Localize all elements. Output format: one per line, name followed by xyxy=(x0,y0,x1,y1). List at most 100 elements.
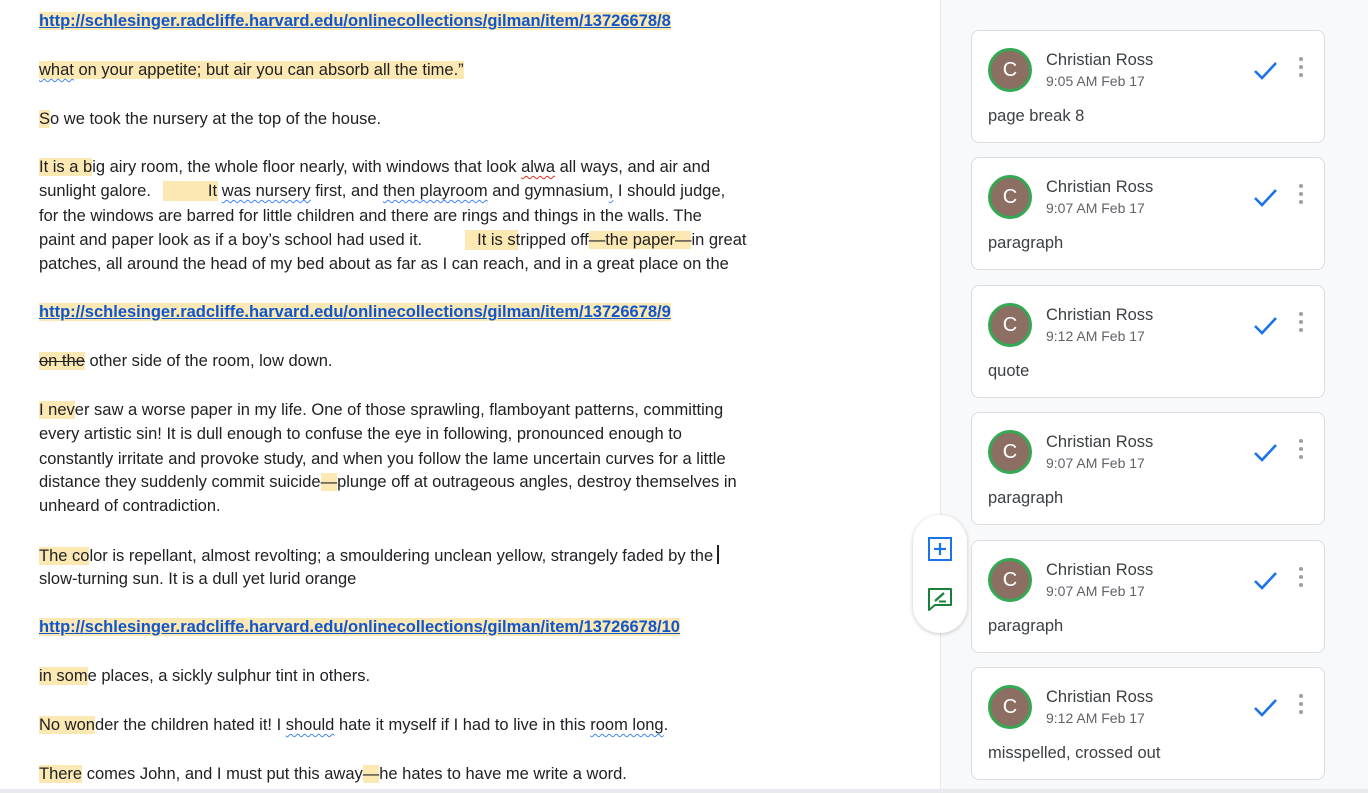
avatar: C xyxy=(988,175,1032,219)
floating-toolbar xyxy=(913,515,967,633)
comment-text: page break 8 xyxy=(988,107,1085,125)
more-vert-icon xyxy=(1299,694,1303,698)
resolve-button[interactable] xyxy=(1250,692,1280,722)
doc-line: No wonder the children hated it! I shoul… xyxy=(39,715,668,735)
resolve-button[interactable] xyxy=(1250,182,1280,212)
resolve-button[interactable] xyxy=(1250,310,1280,340)
avatar: C xyxy=(988,303,1032,347)
more-vert-icon xyxy=(1299,184,1303,188)
text-run: distance they suddenly commit suicide xyxy=(39,473,321,491)
text-run: was nursery xyxy=(221,182,311,200)
resolve-button[interactable] xyxy=(1250,565,1280,595)
text-run: ig airy room, the whole floor nearly, wi… xyxy=(92,158,522,176)
text-run: — xyxy=(362,765,380,783)
doc-line: patches, all around the head of my bed a… xyxy=(39,254,729,274)
comment-author: Christian Ross xyxy=(1046,688,1154,706)
checkmark-icon xyxy=(1254,189,1277,207)
more-vert-icon xyxy=(1299,57,1303,61)
comment-timestamp: 9:12 AM Feb 17 xyxy=(1046,710,1145,726)
avatar: C xyxy=(988,430,1032,474)
avatar: C xyxy=(988,558,1032,602)
page-link[interactable]: http://schlesinger.radcliffe.harvard.edu… xyxy=(39,12,671,30)
text-run: every artistic sin! It is dull enough to… xyxy=(39,425,682,443)
text-run: der the children hated it! I xyxy=(94,716,286,734)
page-link[interactable]: http://schlesinger.radcliffe.harvard.edu… xyxy=(39,303,671,321)
doc-line: sunlight galore. It was nursery first, an… xyxy=(39,181,725,201)
text-run: It xyxy=(207,182,222,200)
more-vert-icon xyxy=(1299,73,1303,77)
comment-card[interactable]: C Christian Ross 9:12 AM Feb 17 misspell… xyxy=(971,667,1325,780)
text-run: o we took the nursery at the top of the … xyxy=(50,110,382,128)
text-run: . xyxy=(663,716,669,734)
more-options-button[interactable] xyxy=(1294,694,1308,720)
comment-timestamp: 9:05 AM Feb 17 xyxy=(1046,73,1145,89)
resolve-button[interactable] xyxy=(1250,55,1280,85)
text-run: on the xyxy=(39,352,85,370)
doc-line: http://schlesinger.radcliffe.harvard.edu… xyxy=(39,11,671,31)
avatar: C xyxy=(988,685,1032,729)
checkmark-icon xyxy=(1254,317,1277,335)
text-run: and gymnasium xyxy=(487,182,609,200)
text-run: constantly irritate and provoke study, a… xyxy=(39,450,726,468)
text-run: slow-turning sun. It is a dull yet lurid… xyxy=(39,570,357,588)
comment-timestamp: 9:12 AM Feb 17 xyxy=(1046,328,1145,344)
more-options-button[interactable] xyxy=(1294,57,1308,83)
doc-line: paint and paper look as if a boy’s schoo… xyxy=(39,230,747,250)
text-run: unheard of contradiction. xyxy=(39,497,221,515)
suggest-edit-button[interactable] xyxy=(926,585,954,613)
add-comment-button[interactable] xyxy=(926,535,954,563)
comment-card[interactable]: C Christian Ross 9:05 AM Feb 17 page bre… xyxy=(971,30,1325,143)
comment-author: Christian Ross xyxy=(1046,306,1154,324)
more-vert-icon xyxy=(1299,65,1303,69)
text-run: There xyxy=(39,765,83,783)
more-vert-icon xyxy=(1299,455,1303,459)
text-run: e places, a sickly sulphur tint in other… xyxy=(87,667,371,685)
comment-card[interactable]: C Christian Ross 9:07 AM Feb 17 paragrap… xyxy=(971,157,1325,270)
text-run: plunge off at outrageous angles, destroy… xyxy=(337,473,737,491)
text-run: No won xyxy=(39,716,95,734)
page-link[interactable]: http://schlesinger.radcliffe.harvard.edu… xyxy=(39,618,680,636)
text-run: lor is repellant, almost revolting; a sm… xyxy=(89,547,714,565)
doc-line: http://schlesinger.radcliffe.harvard.edu… xyxy=(39,617,680,637)
add-comment-icon xyxy=(928,537,952,561)
checkmark-icon xyxy=(1254,699,1277,717)
more-vert-icon xyxy=(1299,575,1303,579)
resolve-button[interactable] xyxy=(1250,437,1280,467)
document-page[interactable]: http://schlesinger.radcliffe.harvard.edu… xyxy=(0,0,940,793)
comment-card[interactable]: C Christian Ross 9:07 AM Feb 17 paragrap… xyxy=(971,540,1325,653)
text-run: comes John, and I must put this away xyxy=(82,765,363,783)
more-options-button[interactable] xyxy=(1294,439,1308,465)
comment-author: Christian Ross xyxy=(1046,561,1154,579)
doc-line: So we took the nursery at the top of the… xyxy=(39,109,381,129)
doc-line: The color is repellant, almost revolting… xyxy=(39,545,720,566)
more-options-button[interactable] xyxy=(1294,312,1308,338)
comment-card[interactable]: C Christian Ross 9:07 AM Feb 17 paragrap… xyxy=(971,412,1325,525)
text-run: all ways, and air and xyxy=(555,158,711,176)
text-run: in som xyxy=(39,667,88,685)
more-options-button[interactable] xyxy=(1294,184,1308,210)
checkmark-icon xyxy=(1254,444,1277,462)
more-options-button[interactable] xyxy=(1294,567,1308,593)
suggest-edit-icon xyxy=(928,588,952,611)
horizontal-scrollbar[interactable] xyxy=(0,789,1368,793)
comment-timestamp: 9:07 AM Feb 17 xyxy=(1046,583,1145,599)
text-run: room long xyxy=(590,716,664,734)
checkmark-icon xyxy=(1254,572,1277,590)
text-run: paint and paper look as if a boy’s schoo… xyxy=(39,231,423,249)
doc-line: distance they suddenly commit suicide—pl… xyxy=(39,472,737,492)
comment-author: Christian Ross xyxy=(1046,178,1154,196)
text-run: It is stripped off xyxy=(477,231,589,249)
more-vert-icon xyxy=(1299,702,1303,706)
text-run: sunlight galore. xyxy=(39,182,151,200)
comment-text: misspelled, crossed out xyxy=(988,744,1161,762)
comment-timestamp: 9:07 AM Feb 17 xyxy=(1046,455,1145,471)
more-vert-icon xyxy=(1299,447,1303,451)
comment-card[interactable]: C Christian Ross 9:12 AM Feb 17 quote xyxy=(971,285,1325,398)
more-vert-icon xyxy=(1299,439,1303,443)
more-vert-icon xyxy=(1299,583,1303,587)
more-vert-icon xyxy=(1299,192,1303,196)
more-vert-icon xyxy=(1299,328,1303,332)
doc-line: constantly irritate and provoke study, a… xyxy=(39,449,726,469)
doc-line: slow-turning sun. It is a dull yet lurid… xyxy=(39,569,356,589)
doc-line: http://schlesinger.radcliffe.harvard.edu… xyxy=(39,302,671,322)
